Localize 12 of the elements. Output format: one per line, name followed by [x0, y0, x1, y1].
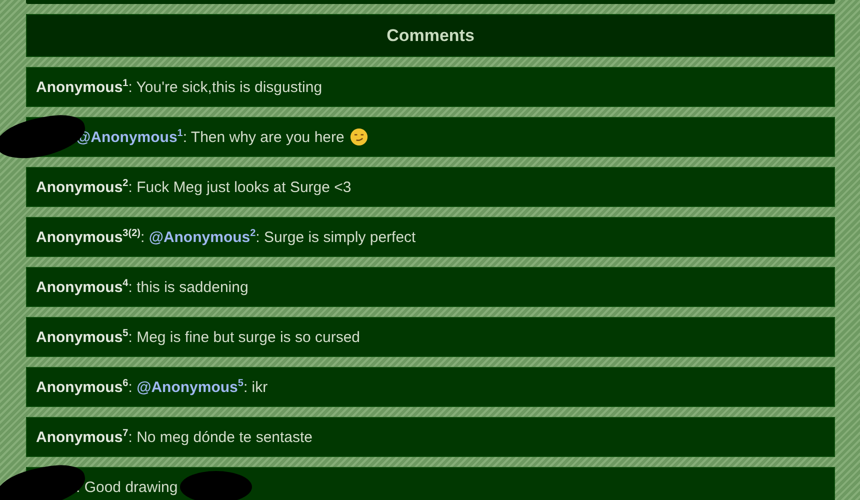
comment-text: Anonymous$^{4}$: this is saddening [36, 278, 248, 296]
comment-text: Anonymous$^{2}$: Fuck Meg just looks at Surge <3 [36, 178, 352, 196]
mention-link[interactable]: @Anonymous$^{5}$ [136, 378, 244, 396]
comment-text: Anonymous$^{5}$: Meg is fine but surge is so cursed [36, 328, 360, 346]
comment-text: Anonymous$^{1}$: You're sick,this is disgusting [36, 78, 322, 96]
mention-link[interactable]: @Anonymous$^{2}$ [148, 228, 256, 246]
section-title: Comments [386, 26, 474, 46]
comment-text: @Anonymous$^{1}$: Then why are you here [76, 128, 344, 146]
comment-text: Anonymous$^{6}$: @Anonymous$^{5}$: ikr [36, 378, 268, 396]
comment-text: Anonymous$^{3(2)}$: @Anonymous$^{2}$: Surge is simply perfect [36, 228, 416, 246]
mention-link[interactable]: @Anonymous$^{1}$ [76, 128, 183, 146]
comment-text: Anonymous$^{7}$: No meg dónde te sentaste [36, 428, 313, 446]
